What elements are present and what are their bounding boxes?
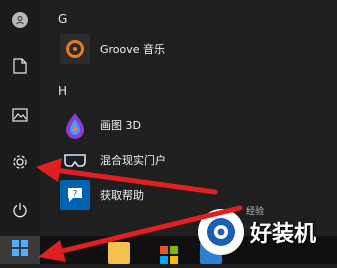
settings-button[interactable]: [0, 146, 40, 182]
app-label: 获取帮助: [100, 189, 144, 202]
svg-text:?: ?: [73, 190, 78, 200]
file-explorer-icon[interactable]: [108, 242, 130, 264]
app-paint-3d[interactable]: 画图 3D: [60, 108, 337, 142]
groove-music-icon: [60, 34, 90, 64]
gear-icon: [11, 153, 29, 175]
app-mixed-reality[interactable]: 混合现实门户: [60, 143, 337, 177]
pictures-button[interactable]: [0, 98, 40, 134]
image-icon: [12, 107, 28, 126]
get-help-icon: ?: [60, 180, 90, 210]
start-menu-rail: [0, 0, 40, 264]
power-button[interactable]: [0, 194, 40, 230]
app-groove-music[interactable]: Groove 音乐: [60, 32, 337, 66]
person-icon: [12, 12, 28, 28]
paint3d-icon: [60, 110, 90, 140]
watermark-subtext: 经验: [246, 207, 265, 217]
app-label: 混合现实门户: [100, 154, 166, 167]
app-label: 画图 3D: [100, 119, 141, 132]
documents-button[interactable]: [0, 50, 40, 86]
document-icon: [13, 58, 27, 78]
group-header-g[interactable]: G: [58, 12, 67, 26]
watermark-text: 好装机: [250, 222, 317, 247]
mixed-reality-icon: [60, 145, 90, 175]
start-button[interactable]: [0, 236, 40, 264]
store-icon[interactable]: [158, 242, 180, 264]
watermark-logo-icon: [198, 209, 244, 255]
power-icon: [12, 202, 28, 222]
group-header-h[interactable]: H: [58, 84, 67, 98]
watermark: 好装机: [198, 200, 337, 264]
user-avatar-button[interactable]: [0, 2, 40, 38]
windows-logo-icon: [12, 240, 28, 260]
app-label: Groove 音乐: [100, 43, 166, 56]
